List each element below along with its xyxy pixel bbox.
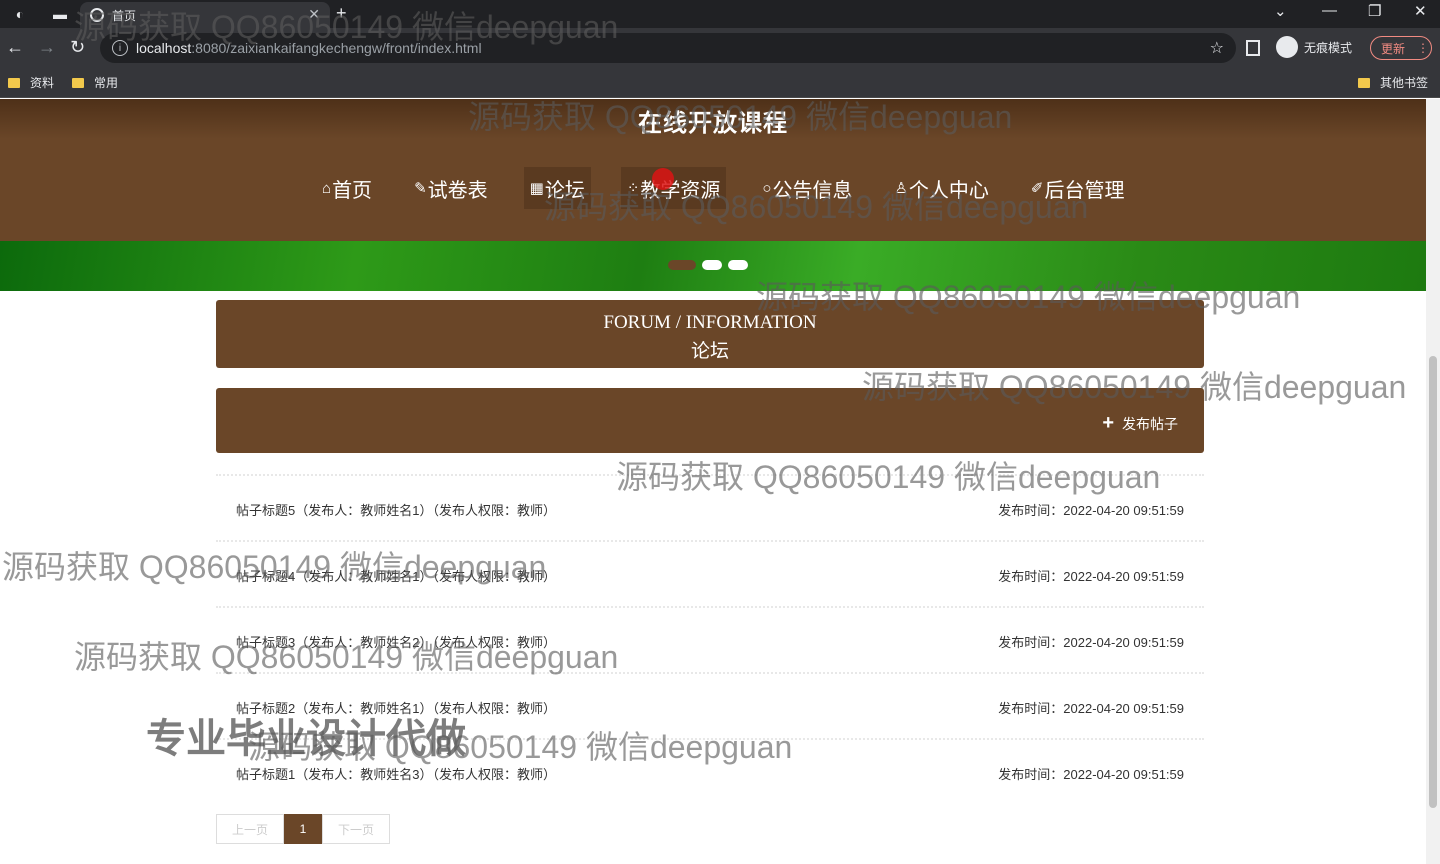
post-title[interactable]: 帖子标题3（发布人：教师姓名2）（发布人权限：教师） [236, 632, 556, 651]
side-panel-icon[interactable] [1246, 40, 1260, 56]
nav-label: 首页 [332, 179, 373, 202]
nav-admin[interactable]: ✐ 后台管理 [1025, 167, 1131, 209]
pagination: 上一页 1 下一页 [216, 814, 390, 844]
new-tab-icon[interactable]: + [336, 3, 347, 24]
nav-announcements[interactable]: ○ 公告信息 [756, 167, 858, 209]
carousel-dot-active[interactable] [668, 260, 696, 270]
tab-favicon-icon [90, 8, 104, 22]
nav-forum[interactable]: ▦ 论坛 [523, 167, 591, 209]
kebab-menu-icon: ⋮ [1417, 41, 1430, 55]
home-icon: ⌂ [322, 179, 332, 197]
site-title: 在线开放课程 [638, 110, 788, 137]
carousel-dot[interactable] [702, 260, 722, 270]
close-window-icon[interactable]: ✕ [1414, 2, 1427, 20]
resources-icon: ⁘ [626, 180, 640, 197]
browser-tab-bar: ◐ ▬ 首页 ✕ + ⌄ — ❐ ✕ [0, 0, 1440, 28]
publish-post-label: 发布帖子 [1122, 415, 1178, 432]
incognito-icon [1276, 36, 1298, 58]
restore-icon[interactable]: ❐ [1368, 2, 1381, 20]
carousel-dots [668, 260, 754, 270]
post-title[interactable]: 帖子标题1（发布人：教师姓名3）（发布人权限：教师） [236, 764, 556, 783]
section-title-en: FORUM / INFORMATION [603, 312, 817, 333]
forum-action-bar: + 发布帖子 [216, 388, 1204, 453]
post-time: 发布时间：2022-04-20 09:51:59 [998, 767, 1184, 782]
post-time: 发布时间：2022-04-20 09:51:59 [998, 701, 1184, 716]
exam-icon: ✎ [414, 180, 427, 197]
bookmark-folder-0[interactable]: 资料 [8, 74, 54, 91]
carousel-dot[interactable] [728, 260, 748, 270]
admin-icon: ✐ [1030, 180, 1044, 197]
url-path: :8080/zaixiankaifangkechengw/front/index… [191, 40, 482, 56]
post-time: 发布时间：2022-04-20 09:51:59 [998, 569, 1184, 584]
section-title-box: FORUM / INFORMATION 论坛 [216, 300, 1204, 368]
site-header: 在线开放课程 ⌂ 首页 ✎ 试卷表 ▦ 论坛 ⁘ 教学资源 ○ 公告信息 ♙ 个人中心 ✐ 后… [0, 99, 1426, 241]
nav-label: 试卷表 [427, 179, 488, 202]
bookmark-label: 资料 [30, 76, 55, 90]
other-bookmarks-label: 其他书签 [1380, 76, 1429, 90]
address-bar[interactable]: i localhost:8080/zaixiankaifangkechengw/… [100, 33, 1236, 63]
mouse-cursor-highlight [652, 168, 674, 190]
user-icon: ♙ [894, 180, 908, 197]
folder-icon [8, 77, 20, 88]
url-host: localhost [136, 40, 192, 56]
nav-teaching-resources[interactable]: ⁘ 教学资源 [620, 167, 727, 209]
prev-page-button[interactable]: 上一页 [216, 814, 284, 844]
browser-tab[interactable]: 首页 ✕ [80, 2, 330, 28]
publish-post-button[interactable]: + 发布帖子 [1102, 412, 1178, 435]
post-time: 发布时间：2022-04-20 09:51:59 [998, 635, 1184, 650]
nav-label: 公告信息 [772, 179, 853, 202]
nav-exam-papers[interactable]: ✎ 试卷表 [408, 167, 494, 209]
incognito-indicator[interactable]: 无痕模式 [1276, 36, 1352, 58]
watermark-big: 专业毕业设计代做 [146, 717, 466, 761]
section-title-cn: 论坛 [690, 341, 729, 362]
post-title[interactable]: 帖子标题5（发布人：教师姓名1）（发布人权限：教师） [236, 500, 556, 519]
site-info-icon[interactable]: i [112, 40, 128, 56]
update-button[interactable]: 更新 ⋮ [1370, 36, 1432, 60]
nav-home[interactable]: ⌂ 首页 [316, 167, 378, 209]
nav-label: 个人中心 [908, 179, 989, 202]
incognito-label: 无痕模式 [1304, 40, 1353, 55]
main-nav: ⌂ 首页 ✎ 试卷表 ▦ 论坛 ⁘ 教学资源 ○ 公告信息 ♙ 个人中心 ✐ 后台管理 [316, 167, 1161, 209]
post-title[interactable]: 帖子标题4（发布人：教师姓名1）（发布人权限：教师） [236, 566, 556, 585]
list-item[interactable]: 帖子标题4（发布人：教师姓名1）（发布人权限：教师） 发布时间：2022-04-… [216, 540, 1204, 606]
bookmark-star-icon[interactable]: ☆ [1210, 38, 1224, 58]
back-icon[interactable]: ← [6, 37, 24, 57]
update-label: 更新 [1381, 41, 1406, 56]
browser-menu-icon[interactable]: ◐ [10, 4, 30, 24]
list-item[interactable]: 帖子标题3（发布人：教师姓名2）（发布人权限：教师） 发布时间：2022-04-… [216, 606, 1204, 672]
bookmark-label: 常用 [94, 76, 119, 90]
tab-title: 首页 [112, 8, 137, 23]
list-item[interactable]: 帖子标题5（发布人：教师姓名1）（发布人权限：教师） 发布时间：2022-04-… [216, 474, 1204, 540]
folder-icon [1358, 77, 1370, 88]
tab-list-chevron-icon[interactable]: ⌄ [1274, 2, 1287, 20]
forward-icon[interactable]: → [38, 37, 56, 57]
plus-icon: + [1102, 412, 1114, 434]
bookmarks-bar: 资料 常用 其他书签 [0, 68, 1440, 98]
next-page-button[interactable]: 下一页 [322, 814, 390, 844]
nav-label: 后台管理 [1044, 179, 1125, 202]
scrollbar-thumb[interactable] [1429, 356, 1437, 808]
announcement-icon: ○ [762, 179, 772, 197]
post-time: 发布时间：2022-04-20 09:51:59 [998, 503, 1184, 518]
tab-close-icon[interactable]: ✕ [308, 6, 320, 23]
browser-toolbar: ← → ↻ i localhost:8080/zaixiankaifangkec… [0, 28, 1440, 68]
page-number-current[interactable]: 1 [284, 814, 322, 844]
bookmark-folder-1[interactable]: 常用 [72, 74, 118, 91]
nav-label: 论坛 [544, 179, 585, 202]
forum-icon: ▦ [529, 180, 544, 197]
folder-icon [72, 77, 84, 88]
other-bookmarks[interactable]: 其他书签 [1358, 74, 1428, 91]
reload-icon[interactable]: ↻ [70, 37, 85, 57]
nav-personal-center[interactable]: ♙ 个人中心 [888, 167, 994, 209]
tab-search-icon[interactable]: ▬ [50, 4, 70, 24]
minimize-icon[interactable]: — [1322, 2, 1337, 19]
